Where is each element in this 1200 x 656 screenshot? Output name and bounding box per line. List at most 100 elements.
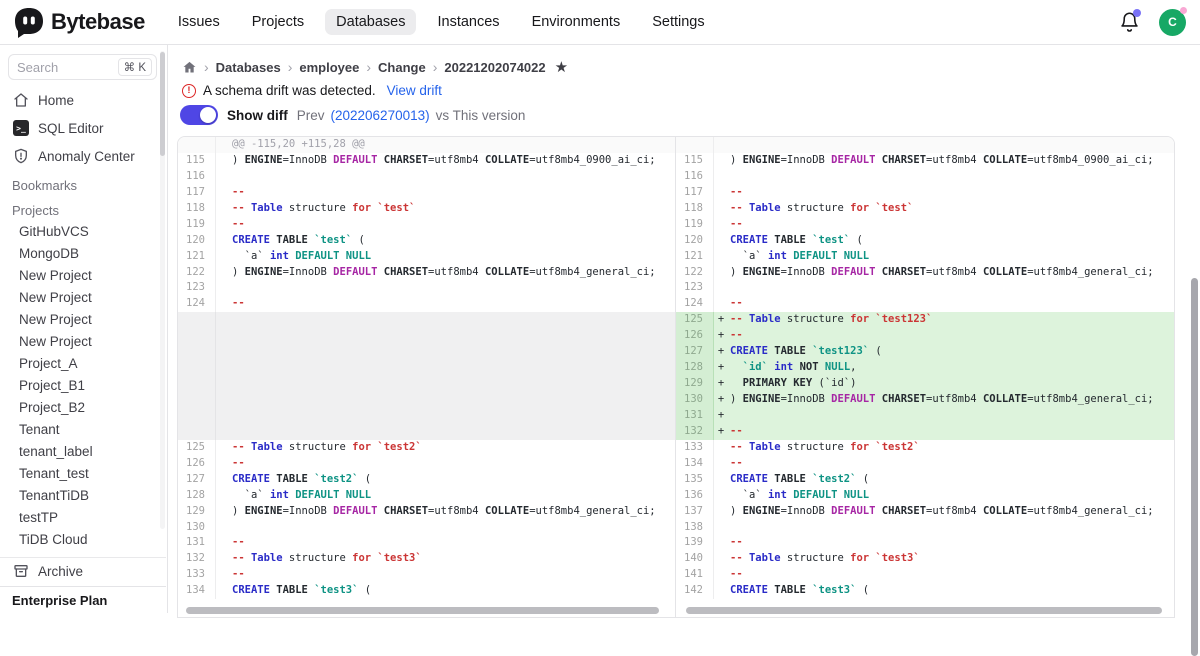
diff-row: 115) ENGINE=InnoDB DEFAULT CHARSET=utf8m… xyxy=(178,153,675,169)
sidebar-item-label: Anomaly Center xyxy=(38,149,135,164)
sidebar-section-bookmarks: Bookmarks xyxy=(0,170,167,195)
line-number xyxy=(178,392,216,408)
diff-pane-previous: @@ -115,20 +115,28 @@115) ENGINE=InnoDB … xyxy=(178,137,676,617)
code-line: CREATE TABLE `test` ( xyxy=(728,233,863,249)
sidebar-project-item[interactable]: New Project xyxy=(0,286,167,308)
sidebar-project-item[interactable]: New Project xyxy=(0,330,167,352)
sidebar-project-item[interactable]: Project_B2 xyxy=(0,396,167,418)
home-icon xyxy=(13,92,29,108)
nav-item-environments[interactable]: Environments xyxy=(521,9,632,35)
code-line: ) ENGINE=InnoDB DEFAULT CHARSET=utf8mb4 … xyxy=(230,265,656,281)
breadcrumb-item[interactable]: Change xyxy=(378,60,426,75)
diff-row: 120CREATE TABLE `test` ( xyxy=(178,233,675,249)
line-number: 119 xyxy=(676,217,714,233)
breadcrumb-item[interactable]: employee xyxy=(299,60,359,75)
search-input[interactable]: Search ⌘ K xyxy=(8,54,157,80)
sidebar-project-item[interactable]: GitHubVCS xyxy=(0,220,167,242)
sidebar-project-item[interactable]: testTP xyxy=(0,506,167,528)
code-line: `a` int DEFAULT NULL xyxy=(230,488,371,504)
show-diff-label: Show diff xyxy=(227,108,288,123)
line-number: 115 xyxy=(676,153,714,169)
sidebar-project-item[interactable]: tenant_label xyxy=(0,440,167,462)
diff-pane-right-rows: 115 ) ENGINE=InnoDB DEFAULT CHARSET=utf8m… xyxy=(676,137,1174,599)
sidebar-project-item[interactable]: Tenant xyxy=(0,418,167,440)
nav-item-databases[interactable]: Databases xyxy=(325,9,416,35)
nav-item-settings[interactable]: Settings xyxy=(641,9,715,35)
diff-row: 125-- Table structure for `test2` xyxy=(178,440,675,456)
code-line: ) ENGINE=InnoDB DEFAULT CHARSET=utf8mb4 … xyxy=(728,504,1154,520)
line-number: 124 xyxy=(676,296,714,312)
diff-row: 133-- xyxy=(178,567,675,583)
breadcrumb-items: ›Databases›employee›Change›2022120207402… xyxy=(204,59,546,75)
sidebar-project-item[interactable]: TiDB Cloud xyxy=(0,528,167,550)
diff-row xyxy=(178,312,675,328)
show-diff-toggle[interactable] xyxy=(180,105,218,125)
avatar[interactable]: C xyxy=(1159,9,1186,36)
sidebar-item-anomaly-center[interactable]: Anomaly Center xyxy=(0,142,167,170)
code-line: CREATE TABLE `test2` ( xyxy=(728,472,869,488)
breadcrumb-item[interactable]: Databases xyxy=(216,60,281,75)
shield-icon xyxy=(13,148,29,164)
line-number: 134 xyxy=(676,456,714,472)
code-line: -- xyxy=(728,217,743,233)
diff-row: 117-- xyxy=(676,185,1174,201)
code-line: CREATE TABLE `test2` ( xyxy=(230,472,371,488)
nav-item-projects[interactable]: Projects xyxy=(241,9,315,35)
code-line: `a` int DEFAULT NULL xyxy=(728,249,869,265)
line-number: 119 xyxy=(178,217,216,233)
sidebar-item-home[interactable]: Home xyxy=(0,86,167,114)
main-nav: Issues Projects Databases Instances Environm… xyxy=(167,9,716,35)
sidebar-project-item[interactable]: Tenant_test xyxy=(0,462,167,484)
code-line: ) ENGINE=InnoDB DEFAULT CHARSET=utf8mb4 … xyxy=(230,153,656,169)
prev-version-link[interactable]: (202206270013) xyxy=(331,108,430,123)
diff-row: 134CREATE TABLE `test3` ( xyxy=(178,583,675,599)
view-drift-link[interactable]: View drift xyxy=(387,83,442,98)
line-number: 123 xyxy=(178,280,216,296)
diff-row xyxy=(178,328,675,344)
sidebar-project-item[interactable]: Project_B1 xyxy=(0,374,167,396)
bytebase-logo[interactable]: Bytebase xyxy=(14,7,145,38)
diff-row: 123 xyxy=(178,280,675,296)
line-number: 120 xyxy=(676,233,714,249)
sidebar-project-item[interactable]: Project_A xyxy=(0,352,167,374)
code-line: -- xyxy=(728,567,743,583)
diff-row: 119 -- xyxy=(676,217,1174,233)
sidebar-item-archive[interactable]: Archive xyxy=(0,557,166,585)
breadcrumb-home-icon[interactable] xyxy=(182,60,197,75)
diff-row: 130 xyxy=(178,520,675,536)
diff-marker: + xyxy=(714,328,728,344)
diff-row: 123 xyxy=(676,280,1174,296)
sidebar-item-sql-editor[interactable]: >_ SQL Editor xyxy=(0,114,167,142)
line-number: 118 xyxy=(676,201,714,217)
nav-item-issues[interactable]: Issues xyxy=(167,9,231,35)
sidebar-project-item[interactable]: New Project xyxy=(0,264,167,286)
line-number: 129 xyxy=(676,376,714,392)
sidebar-project-item[interactable]: MongoDB xyxy=(0,242,167,264)
alert-circle-icon: ! xyxy=(182,84,196,98)
notification-bell-icon[interactable] xyxy=(1119,11,1141,33)
diff-row: 121 `a` int DEFAULT NULL xyxy=(676,249,1174,265)
chevron-right-icon: › xyxy=(433,59,438,75)
sidebar-scrollbar-thumb[interactable] xyxy=(160,52,165,156)
line-number: 126 xyxy=(178,456,216,472)
drift-warning: ! A schema drift was detected. View drif… xyxy=(182,83,442,98)
nav-item-instances[interactable]: Instances xyxy=(426,9,510,35)
bookmark-star-icon[interactable]: ★ xyxy=(555,58,568,76)
line-number xyxy=(178,328,216,344)
main-content: ›Databases›employee›Change›2022120207402… xyxy=(168,45,1200,613)
diff-row: 125+-- Table structure for `test123` xyxy=(676,312,1174,328)
search-placeholder: Search xyxy=(17,60,118,75)
top-nav: Bytebase Issues Projects Databases Instance… xyxy=(0,0,1200,45)
sidebar-project-item[interactable]: New Project xyxy=(0,308,167,330)
breadcrumb-item[interactable]: 20221202074022 xyxy=(444,60,545,75)
window-vertical-scrollbar[interactable] xyxy=(1191,278,1198,656)
diff-marker: + xyxy=(714,312,728,328)
plan-label: Enterprise Plan xyxy=(12,593,107,608)
line-number: 124 xyxy=(178,296,216,312)
sidebar-project-item[interactable]: TenantTiDB xyxy=(0,484,167,506)
diff-row: 116 xyxy=(676,169,1174,185)
sidebar-item-label: Home xyxy=(38,93,74,108)
line-number xyxy=(676,137,714,153)
line-number: 138 xyxy=(676,520,714,536)
line-number: 130 xyxy=(178,520,216,536)
